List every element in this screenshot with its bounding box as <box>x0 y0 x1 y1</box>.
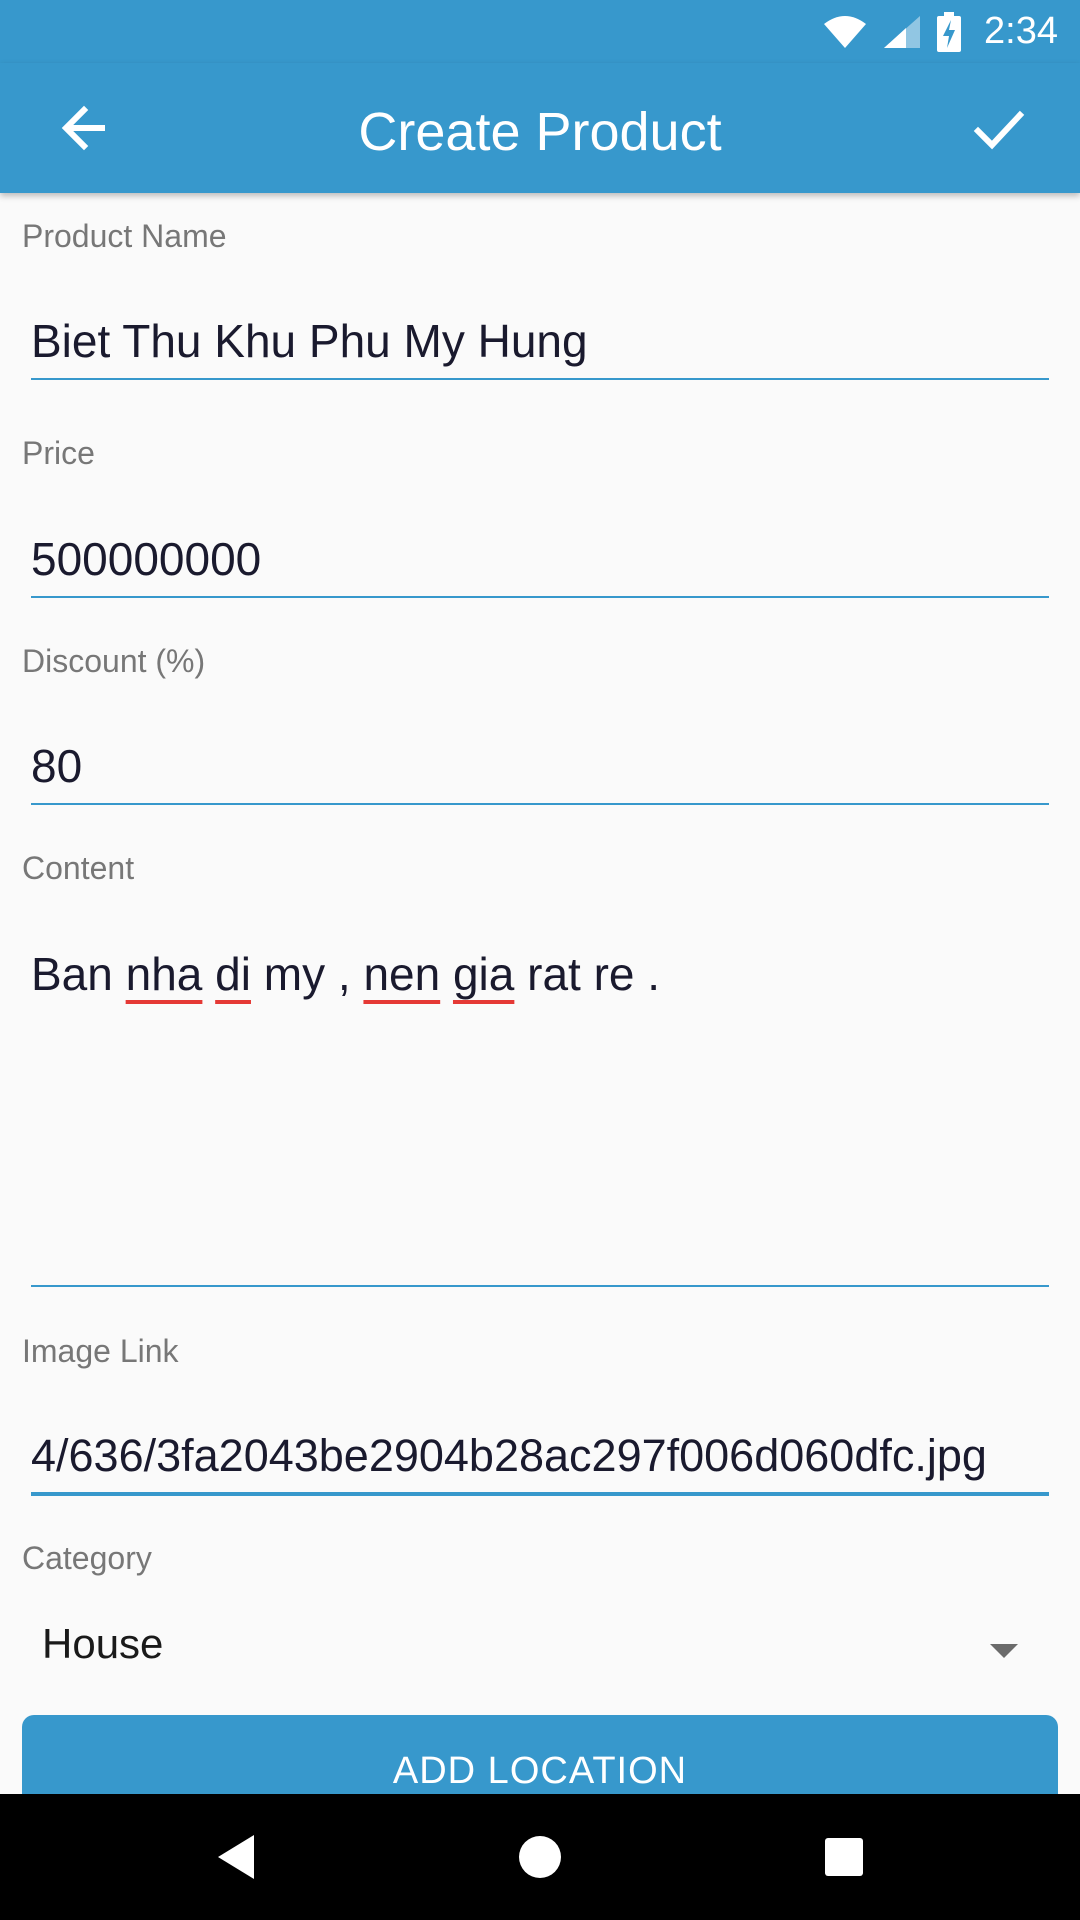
image-link-input[interactable]: 4/636/3fa2043be2904b28ac297f006d060dfc.j… <box>31 1428 1049 1496</box>
misspelled-word[interactable]: nha <box>126 948 203 1000</box>
save-button[interactable] <box>964 99 1034 159</box>
category-selected-value: House <box>42 1620 164 1667</box>
product-name-input[interactable]: Biet Thu Khu Phu My Hung <box>31 312 1049 380</box>
discount-label: Discount (%) <box>22 643 206 679</box>
content-label: Content <box>22 850 135 886</box>
nav-recents-button[interactable] <box>814 1827 874 1887</box>
home-circle-icon <box>519 1836 561 1878</box>
price-label: Price <box>22 435 95 471</box>
status-icons: 2:34 <box>822 0 1058 63</box>
status-bar: 2:34 <box>0 0 1080 63</box>
check-icon <box>973 110 1025 150</box>
content-word: Ban <box>31 948 113 1000</box>
content-word: rat re . <box>527 948 661 1000</box>
recents-square-icon <box>825 1838 863 1876</box>
nav-back-button[interactable] <box>206 1827 266 1887</box>
category-label: Category <box>22 1540 152 1576</box>
product-name-label: Product Name <box>22 218 227 254</box>
dropdown-arrow-icon <box>990 1644 1018 1658</box>
app-bar: Create Product <box>0 63 1080 193</box>
back-button[interactable] <box>58 98 124 158</box>
category-dropdown[interactable]: House <box>22 1610 1058 1690</box>
cellular-signal-icon <box>884 15 921 48</box>
misspelled-word[interactable]: nen <box>363 948 440 1000</box>
content-textarea[interactable]: Ban nha di my , nen gia rat re . <box>31 945 1049 1287</box>
discount-input[interactable]: 80 <box>31 737 1049 805</box>
page-title: Create Product <box>358 102 722 162</box>
nav-home-button[interactable] <box>510 1827 570 1887</box>
misspelled-word[interactable]: di <box>215 948 251 1000</box>
arrow-left-icon <box>61 105 105 151</box>
image-link-label: Image Link <box>22 1333 179 1369</box>
wifi-icon <box>824 15 867 48</box>
price-input[interactable]: 500000000 <box>31 530 1049 598</box>
discount-value: 80 <box>31 740 83 792</box>
misspelled-word[interactable]: gia <box>453 948 514 1000</box>
create-product-screen: 2:34 Create Product Product Name Biet Th… <box>0 0 1080 1920</box>
content-word: my , <box>263 948 351 1000</box>
system-nav-bar <box>0 1794 1080 1920</box>
back-triangle-icon <box>218 1835 254 1879</box>
battery-charging-icon <box>937 11 962 52</box>
status-time: 2:34 <box>984 10 1058 52</box>
